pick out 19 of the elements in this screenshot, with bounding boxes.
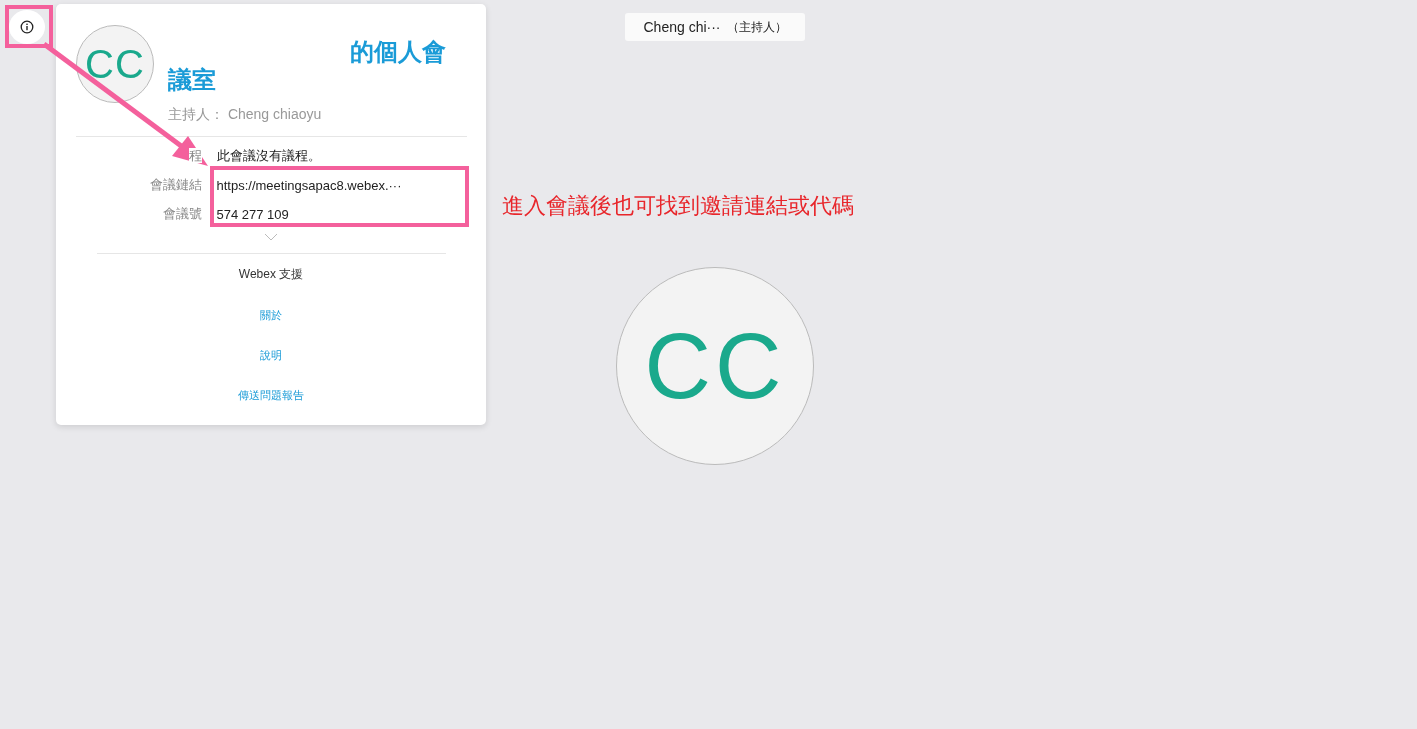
detail-value: 574 277 109	[216, 206, 289, 222]
participant-avatar: CC	[616, 267, 814, 465]
participant-name: Cheng chi···	[643, 19, 721, 35]
avatar: CC	[76, 25, 154, 103]
info-icon	[20, 20, 34, 34]
detail-value: https://meetingsapac8.webex.···	[216, 177, 402, 193]
detail-label: 會議號	[162, 206, 202, 221]
annotation-text: 進入會議後也可找到邀請連結或代碼	[502, 192, 854, 220]
support-link[interactable]: 傳送問題報告	[238, 386, 304, 404]
support-link[interactable]: 關於	[260, 306, 282, 324]
support-title: Webex 支援	[238, 266, 304, 283]
info-button[interactable]	[9, 10, 45, 44]
support-link[interactable]: 說明	[260, 346, 282, 364]
detail-label: 會議鏈結	[149, 177, 202, 192]
detail-value: 此會議沒有議程。	[216, 147, 321, 165]
highlight-frame	[5, 5, 53, 48]
meeting-title: 的個人會議室	[168, 38, 447, 94]
host-text: 主持人： Cheng chiaoyu	[168, 106, 323, 124]
participant-role: （主持人）	[726, 18, 787, 36]
